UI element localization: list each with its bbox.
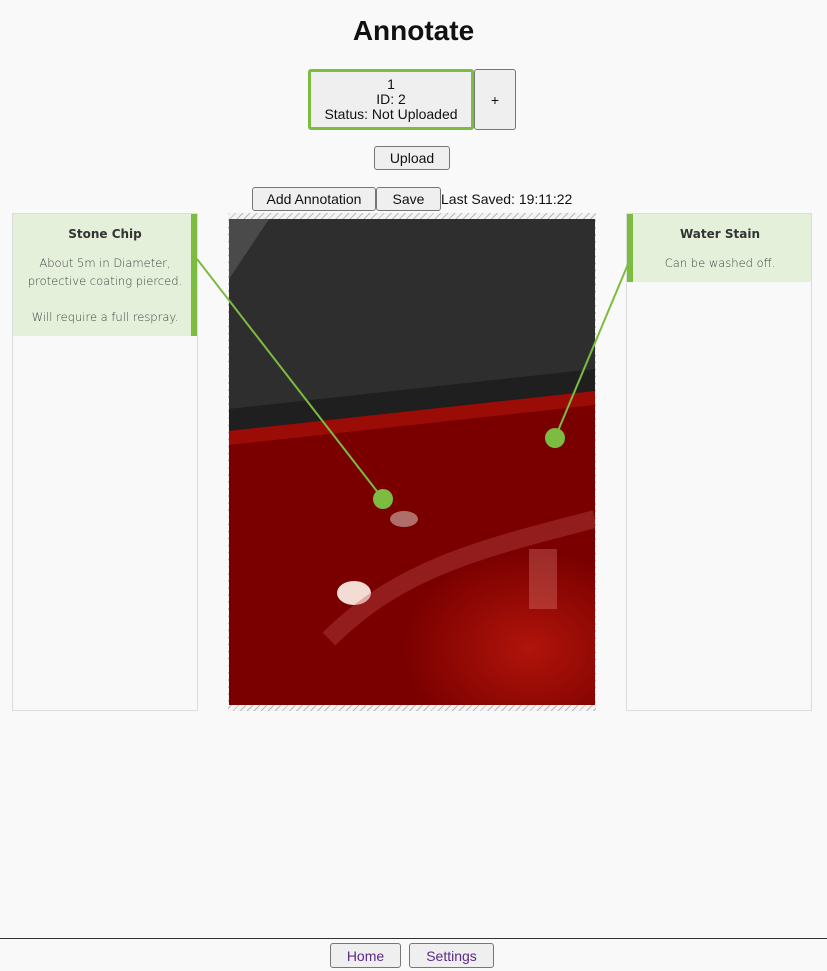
save-button[interactable]: Save xyxy=(376,187,441,211)
upload-button[interactable]: Upload xyxy=(374,146,450,170)
annotation-body: Can be washed off. xyxy=(664,256,776,270)
annotation-panel-right: Water Stain Can be washed off. xyxy=(626,213,812,711)
image-frame xyxy=(228,213,596,711)
footer-nav: Home Settings xyxy=(0,938,827,971)
annotation-marker-water-stain[interactable] xyxy=(545,428,565,448)
record-status: Status: Not Uploaded xyxy=(324,106,458,122)
add-annotation-button[interactable]: Add Annotation xyxy=(252,187,376,211)
record-number: 1 xyxy=(387,76,395,92)
annotated-photo[interactable] xyxy=(229,219,595,705)
annotation-title: Water Stain xyxy=(679,227,760,241)
nav-settings-button[interactable]: Settings xyxy=(409,943,494,968)
annotation-body: Will require a full respray. xyxy=(31,310,179,324)
record-id: ID: 2 xyxy=(376,91,406,107)
page-title: Annotate xyxy=(352,15,475,46)
record-card[interactable]: 1 ID: 2 Status: Not Uploaded xyxy=(308,69,474,130)
annotation-title: Stone Chip xyxy=(68,227,142,241)
annotation-panel-left: Stone Chip About 5m in Diameter, protect… xyxy=(12,213,198,711)
nav-home-button[interactable]: Home xyxy=(330,943,401,968)
add-record-button[interactable]: + xyxy=(474,69,516,130)
annotation-marker-stone-chip[interactable] xyxy=(373,489,393,509)
annotation-note-water-stain[interactable]: Water Stain Can be washed off. xyxy=(627,214,811,282)
last-saved-text: Last Saved: 19:11:22 xyxy=(441,191,573,207)
annotation-body: About 5m in Diameter, protective coating… xyxy=(27,256,183,288)
photo-background xyxy=(229,219,595,646)
annotation-note-stone-chip[interactable]: Stone Chip About 5m in Diameter, protect… xyxy=(13,214,197,336)
